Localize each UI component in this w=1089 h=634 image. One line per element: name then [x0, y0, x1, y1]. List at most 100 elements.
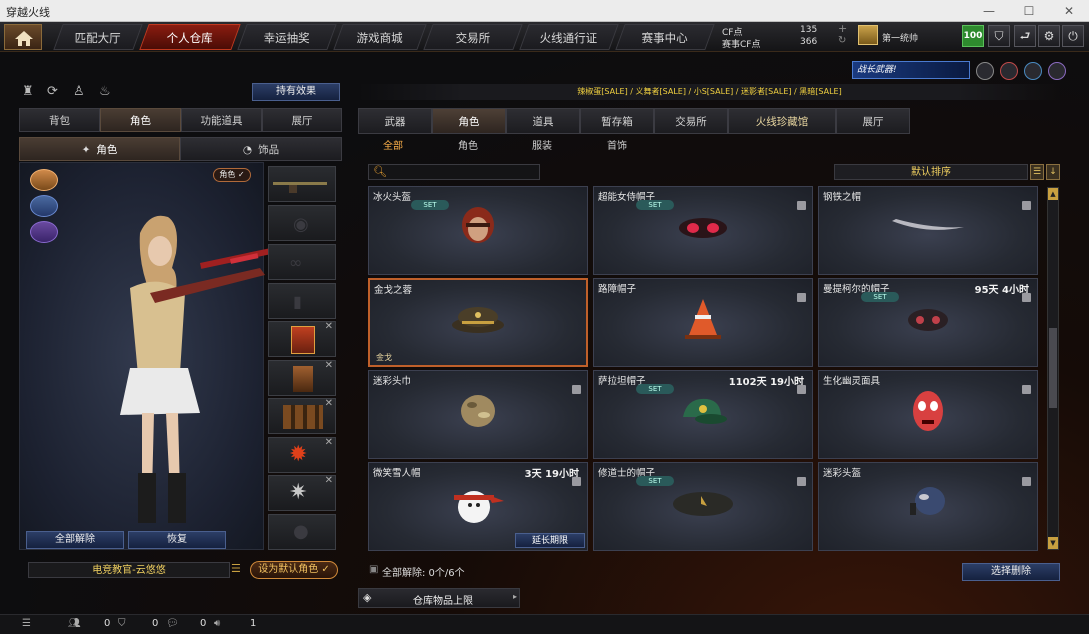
chat-icon[interactable]: 💬︎: [166, 618, 179, 629]
refresh-icon[interactable]: ⟳: [47, 84, 63, 100]
nav-tab-lottery[interactable]: 幸运抽奖: [237, 24, 337, 50]
item-card[interactable]: 微笑雪人帽 3天 19小时 lock 延长期限: [368, 462, 588, 551]
unequip-all-button[interactable]: 全部解除: [26, 531, 124, 549]
slot-emblem[interactable]: ✕ ✷: [268, 475, 336, 511]
slot-backpack[interactable]: ✕: [268, 321, 336, 357]
left-tab-character[interactable]: 角色: [100, 108, 181, 132]
slot-primary-weapon[interactable]: [268, 166, 336, 202]
list-icon[interactable]: ☰: [231, 562, 245, 578]
nav-tab-events[interactable]: 赛事中心: [615, 24, 715, 50]
item-card[interactable]: 萨拉坦帽子 SET 1102天 19小时 lock: [593, 370, 813, 459]
item-card[interactable]: 生化幽灵面具 lock: [818, 370, 1038, 459]
slot-helmet[interactable]: ◉: [268, 205, 336, 241]
right-tab-items[interactable]: 道具: [506, 108, 580, 134]
badge-icon-2[interactable]: [1000, 62, 1018, 80]
class-icon-3[interactable]: [30, 221, 58, 243]
slot-belt[interactable]: ✕: [268, 398, 336, 434]
badge-icon-4[interactable]: [1048, 62, 1066, 80]
home-button[interactable]: [4, 24, 42, 50]
subtab-accessory[interactable]: ◔ 饰品: [180, 137, 342, 161]
remove-icon[interactable]: ✕: [325, 360, 333, 371]
person-icon[interactable]: ♙: [73, 84, 89, 100]
restore-button[interactable]: 恢复: [128, 531, 226, 549]
item-grid-scrollbar[interactable]: ▲ ▼: [1047, 187, 1059, 550]
scroll-thumb[interactable]: [1049, 328, 1057, 408]
settings-button[interactable]: ⚙: [1038, 25, 1060, 47]
item-card[interactable]: 路障帽子 lock: [593, 278, 813, 367]
nav-tab-pass[interactable]: 火线通行证: [519, 24, 619, 50]
search-box[interactable]: 🔍︎: [368, 164, 540, 180]
level-badge[interactable]: 100: [962, 25, 984, 47]
shield-button[interactable]: ⛉: [988, 25, 1010, 47]
item-card[interactable]: 冰火头盔 SET: [368, 186, 588, 275]
promo-banner[interactable]: 战长武器!: [852, 61, 970, 79]
slot-badge[interactable]: ✕ ✹: [268, 437, 336, 473]
nav-tab-label: 交易所: [455, 31, 490, 45]
scroll-down-icon[interactable]: ▼: [1048, 537, 1058, 549]
right-tab-character[interactable]: 角色: [432, 108, 506, 134]
remove-icon[interactable]: ✕: [325, 321, 333, 332]
slot-extra[interactable]: ●: [268, 514, 336, 550]
right-tab-storage[interactable]: 暂存箱: [580, 108, 654, 134]
search-input[interactable]: [387, 165, 537, 179]
maximize-button[interactable]: ☐: [1014, 2, 1044, 20]
sort-list-icon[interactable]: ☰: [1030, 164, 1044, 180]
power-button[interactable]: ⏻: [1062, 25, 1084, 47]
storage-limit-bar[interactable]: ◈ 仓库物品上限 ▸: [358, 588, 520, 608]
badge-icon-1[interactable]: [976, 62, 994, 80]
extend-duration-button[interactable]: 延长期限: [515, 533, 585, 548]
slot-vest[interactable]: ▮: [268, 283, 336, 319]
scroll-up-icon[interactable]: ▲: [1048, 188, 1058, 200]
right-tab-collection[interactable]: 火线珍藏馆: [728, 108, 836, 134]
refresh-cf-icon[interactable]: ↻: [838, 36, 850, 48]
item-card[interactable]: 超能女侍帽子 SET lock: [593, 186, 813, 275]
item-card[interactable]: 迷彩头盔 lock: [818, 462, 1038, 551]
select-delete-button[interactable]: 选择删除: [962, 563, 1060, 581]
subtab-character[interactable]: ✦ 角色: [19, 137, 180, 161]
subtab-jewelry[interactable]: 首饰: [607, 138, 627, 156]
remove-icon[interactable]: ✕: [325, 475, 333, 486]
item-card[interactable]: 曼提柯尔的帽子 SET 95天 4小时 lock: [818, 278, 1038, 367]
item-card[interactable]: 迷彩头巾 lock: [368, 370, 588, 459]
class-icon-1[interactable]: [30, 169, 58, 191]
left-tab-backpack[interactable]: 背包: [19, 108, 100, 132]
item-card[interactable]: 修道士的帽子 SET lock: [593, 462, 813, 551]
subtab-clothing[interactable]: 服装: [532, 138, 552, 156]
remove-icon[interactable]: ✕: [325, 398, 333, 409]
class-icon-2[interactable]: [30, 195, 58, 217]
nav-tab-lobby[interactable]: 匹配大厅: [53, 24, 143, 50]
nav-tab-inventory[interactable]: 个人仓库: [139, 24, 241, 50]
subtab-character[interactable]: 角色: [458, 138, 478, 156]
close-window-button[interactable]: ✕: [1054, 2, 1084, 20]
left-tab-items[interactable]: 功能道具: [181, 108, 262, 132]
effects-button[interactable]: 持有效果: [252, 83, 340, 101]
clan-icon[interactable]: ⛉: [118, 618, 126, 629]
nav-tab-exchange[interactable]: 交易所: [423, 24, 523, 50]
volume-icon[interactable]: 🔊︎: [214, 618, 220, 629]
stats-icon[interactable]: ♜: [22, 84, 38, 100]
sort-dropdown[interactable]: 默认排序: [834, 164, 1028, 180]
badge-icon-3[interactable]: [1024, 62, 1042, 80]
exit-button[interactable]: ⮐: [1014, 25, 1036, 47]
subtab-all[interactable]: 全部: [383, 138, 403, 156]
minimize-button[interactable]: —: [974, 2, 1004, 20]
set-default-button[interactable]: 设为默认角色 ✓: [250, 561, 338, 579]
item-card-selected[interactable]: 金戈之蓉 金戈: [368, 278, 588, 367]
menu-icon[interactable]: ☰: [22, 618, 31, 629]
lock-icon: lock: [1022, 293, 1031, 302]
search-icon: 🔍︎: [373, 165, 387, 178]
friends-icon[interactable]: 👥︎: [68, 618, 81, 629]
role-badge[interactable]: 角色 ✓: [213, 168, 251, 182]
sort-down-icon[interactable]: ↓: [1046, 164, 1060, 180]
nav-tab-shop[interactable]: 游戏商城: [333, 24, 427, 50]
right-tab-showroom[interactable]: 展厅: [836, 108, 910, 134]
right-tab-weapons[interactable]: 武器: [358, 108, 432, 134]
right-tab-exchange[interactable]: 交易所: [654, 108, 728, 134]
slot-glasses[interactable]: ∞: [268, 244, 336, 280]
item-card[interactable]: 钢铁之帽 lock: [818, 186, 1038, 275]
remove-icon[interactable]: ✕: [325, 437, 333, 448]
bag-icon[interactable]: ♨: [99, 84, 115, 100]
left-tab-showroom[interactable]: 展厅: [262, 108, 342, 132]
slot-pouch[interactable]: ✕: [268, 360, 336, 396]
character-icon: ✦: [81, 144, 91, 156]
